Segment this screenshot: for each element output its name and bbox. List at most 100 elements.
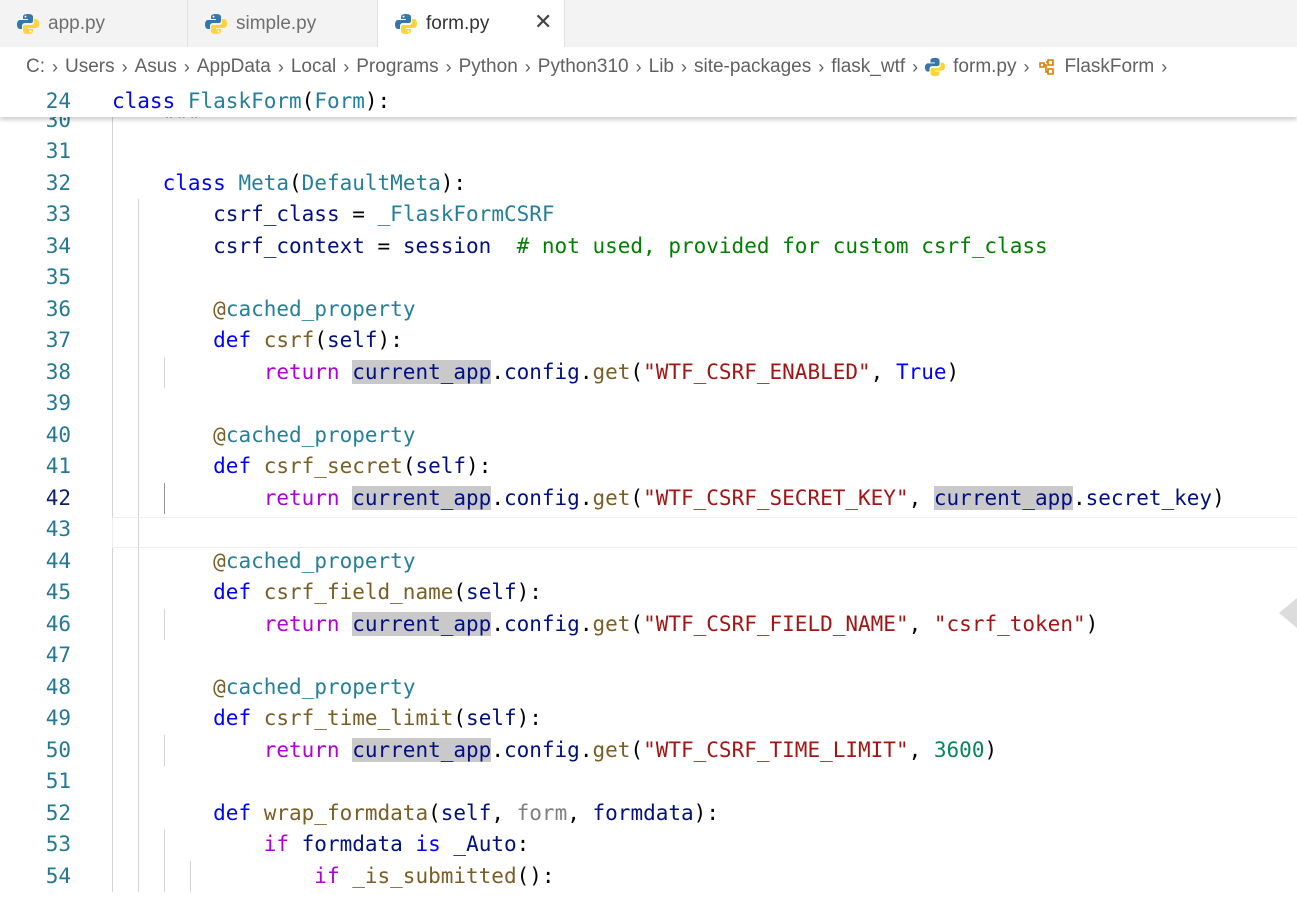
line-number: 48 — [45, 674, 71, 699]
code-token: Form — [314, 89, 365, 113]
code-text: csrf_class = _FlaskFormCSRF — [112, 199, 554, 230]
breadcrumb-item[interactable]: Local — [291, 56, 336, 78]
code-token: "WTF_CSRF_TIME_LIMIT" — [643, 737, 909, 762]
code-line: 31 — [0, 136, 1297, 167]
code-token: wrap_formdata — [263, 800, 429, 825]
tab-label: app.py — [48, 12, 106, 34]
breadcrumb-label: Lib — [648, 56, 674, 77]
line-number: 39 — [45, 391, 71, 415]
chevron-right-icon: › — [818, 56, 825, 77]
code-token: return — [263, 485, 353, 510]
code-line: 39 — [0, 388, 1297, 419]
code-token: FlaskForm — [187, 89, 302, 113]
code-token: return — [263, 359, 353, 384]
code-text: @cached_property — [112, 672, 415, 703]
tab-form-py[interactable]: form.py ✕ — [378, 0, 565, 47]
code-token: ( — [402, 454, 416, 478]
code-token: True — [895, 359, 947, 384]
breadcrumb-item[interactable]: Python310 — [538, 56, 629, 78]
breadcrumb-item[interactable]: flask_wtf — [831, 56, 905, 78]
code-line: 53 if formdata is _Auto: — [0, 829, 1297, 860]
code-token: ( — [428, 800, 441, 825]
tab-simple-py[interactable]: simple.py — [188, 0, 378, 47]
code-token: cached_property — [225, 548, 416, 573]
code-token: ): — [440, 170, 467, 195]
code-text: def csrf_field_name(self): — [112, 577, 542, 608]
code-text: @cached_property — [112, 420, 415, 451]
breadcrumb-item[interactable]: C: — [26, 56, 45, 78]
code-token: . — [579, 611, 593, 636]
breadcrumb-item[interactable]: Programs — [356, 56, 438, 78]
line-number: 53 — [45, 832, 71, 856]
line-number: 24 — [45, 89, 71, 113]
breadcrumb-label: AppData — [196, 56, 271, 77]
line-number: 51 — [45, 769, 71, 793]
code-line: 38 return current_app.config.get("WTF_CS… — [0, 357, 1297, 388]
code-line: 41 def csrf_secret(self): — [0, 451, 1297, 482]
code-token: cached_property — [225, 422, 416, 447]
chevron-right-icon: › — [1023, 56, 1030, 77]
code-token: . — [491, 611, 504, 636]
code-token: ) — [984, 737, 998, 762]
breadcrumb-item[interactable]: form.py — [925, 56, 1017, 78]
breadcrumb-item[interactable]: Lib — [649, 56, 674, 78]
code-token: ): — [364, 89, 391, 113]
code-text: return current_app.config.get("WTF_CSRF_… — [112, 609, 1098, 640]
code-token: . — [579, 359, 593, 384]
code-token: ) — [946, 359, 960, 384]
code-line: 45 def csrf_field_name(self): — [0, 577, 1297, 608]
code-token: get — [592, 485, 631, 510]
breadcrumb-item[interactable]: site-packages — [694, 56, 811, 78]
breadcrumb-label: site-packages — [693, 56, 812, 77]
code-line: 46 return current_app.config.get("WTF_CS… — [0, 609, 1297, 640]
code-token: return — [263, 611, 353, 636]
code-token: ( — [630, 737, 644, 762]
close-tab-icon[interactable]: ✕ — [534, 12, 552, 34]
line-number: 43 — [45, 517, 71, 541]
code-line: 43 — [0, 514, 1297, 545]
code-token: ): — [466, 454, 492, 478]
code-token: . — [491, 359, 504, 384]
sticky-scroll-header[interactable]: 24 class FlaskForm(Form): — [0, 86, 1297, 117]
breadcrumb-item[interactable]: Users — [65, 56, 115, 78]
breadcrumb-item[interactable]: Python — [459, 56, 518, 78]
code-token: csrf_field_name — [263, 580, 454, 604]
code-editor[interactable]: 29 prevent this.30 """3132 class Meta(De… — [0, 86, 1297, 922]
line-number: 44 — [45, 548, 71, 573]
tab-app-py[interactable]: app.py — [0, 0, 188, 47]
code-token: get — [592, 359, 631, 384]
code-token: config — [503, 485, 580, 510]
chevron-right-icon: › — [121, 56, 128, 77]
breadcrumb-item[interactable]: Asus — [135, 56, 177, 78]
breadcrumb-item[interactable]: AppData — [197, 56, 271, 78]
code-line: 37 def csrf(self): — [0, 325, 1297, 356]
code-token: def — [213, 328, 264, 352]
code-line: 32 class Meta(DefaultMeta): — [0, 168, 1297, 199]
code-token: "csrf_token" — [933, 611, 1086, 636]
code-text: @cached_property — [112, 294, 415, 325]
tab-bar: app.py simple.py form.py ✕ — [0, 0, 1297, 47]
code-token: csrf_secret — [263, 454, 403, 478]
code-text: if _is_submitted(): — [112, 861, 555, 892]
code-token: = — [364, 233, 403, 258]
code-token: if — [263, 832, 302, 856]
code-text: def wrap_formdata(self, form, formdata): — [112, 798, 719, 829]
code-token: : — [516, 832, 530, 856]
code-token: ( — [630, 359, 644, 384]
code-token: 3600 — [933, 737, 985, 762]
code-text: return current_app.config.get("WTF_CSRF_… — [112, 483, 1225, 514]
code-token: ( — [289, 170, 302, 195]
code-token: return — [263, 737, 353, 762]
breadcrumb-item[interactable]: FlaskForm — [1037, 56, 1154, 78]
code-token: . — [1072, 485, 1086, 510]
code-token: config — [503, 359, 580, 384]
symbol-highlight: current_app — [352, 359, 492, 384]
code-token: class — [112, 89, 188, 113]
code-token: (): — [516, 863, 555, 888]
python-icon — [395, 13, 417, 34]
code-text: csrf_context = session # not used, provi… — [112, 231, 1047, 262]
code-token: cached_property — [225, 296, 416, 321]
code-token: _Auto — [453, 832, 517, 856]
code-token: "WTF_CSRF_SECRET_KEY" — [643, 485, 909, 510]
